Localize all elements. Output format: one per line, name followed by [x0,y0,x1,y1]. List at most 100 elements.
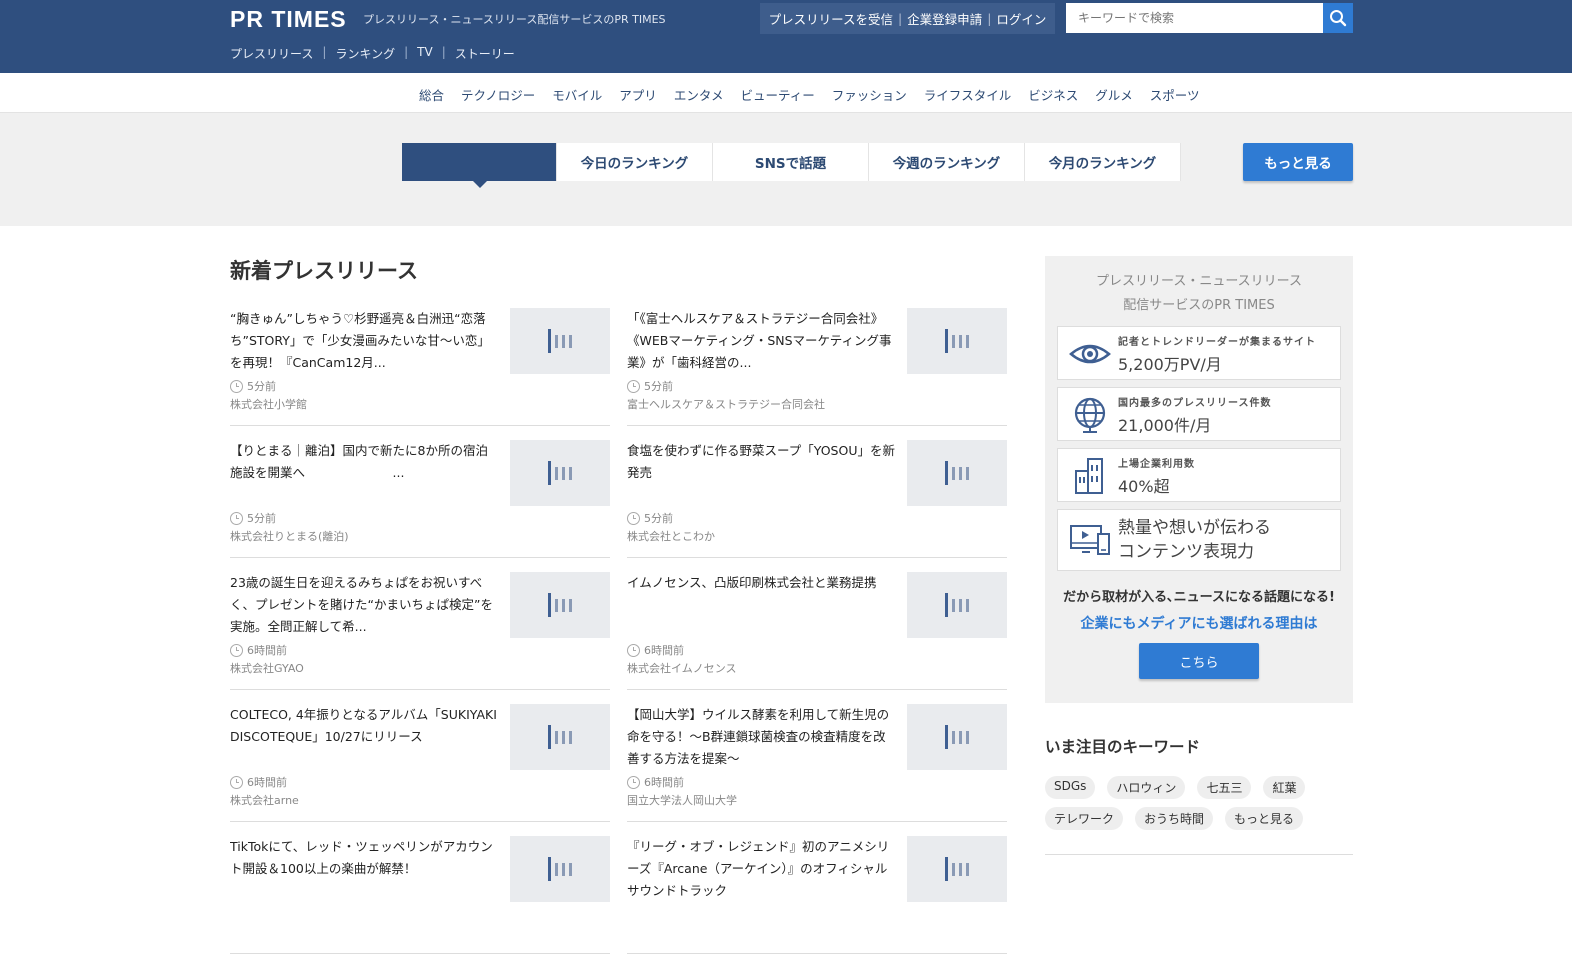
article-card[interactable]: 食塩を使わずに作る野菜スープ「YOSOU」を新発売 5分前 株式会社とこわか [627,440,1007,558]
separator: | [897,11,903,26]
tab-new[interactable] [402,143,557,188]
category-item[interactable]: ビューティー [740,85,814,104]
article-card[interactable]: 【りとまる｜離泊】国内で新たに8か所の宿泊施設を開業へ ... 5分前 株式会社りと… [230,440,610,558]
article-thumbnail[interactable] [510,704,610,770]
article-title[interactable]: 23歳の誕生日を迎えるみちょぱをお祝いすべく、プレゼントを賭けた“かまいちょぱ検… [230,572,498,638]
promo-heading-line: 配信サービスのPR TIMES [1123,298,1275,313]
category-item[interactable]: テクノロジー [461,85,535,104]
nav-tv[interactable]: TV [417,45,433,62]
category-item[interactable]: スポーツ [1150,85,1200,104]
article-thumbnail[interactable] [510,308,610,374]
why-link[interactable]: 企業にもメディアにも選ばれる理由は [1045,613,1353,633]
devices-icon [1070,525,1110,555]
article-thumbnail[interactable] [510,836,610,902]
header: PR TIMES プレスリリース・ニュースリリース配信サービスのPR TIMES… [0,0,1572,73]
time-text: 5分前 [644,380,673,393]
category-item[interactable]: ファッション [832,85,907,104]
keywords-title: いま注目のキーワード [1045,738,1201,756]
ranking-band: 今日のランキング SNSで話題 今週のランキング 今月のランキング もっと見る [0,113,1572,226]
keyword-more-tag[interactable]: もっと見る [1225,807,1304,830]
keyword-tag[interactable]: SDGs [1045,776,1096,799]
article-card[interactable]: イムノセンス、凸版印刷株式会社と業務提携 6時間前株式会社イムノセンス [627,572,1007,690]
keyword-tag[interactable]: おうち時間 [1135,807,1214,830]
article-company[interactable]: 株式会社りとまる(離泊) [230,528,349,544]
loading-icon [548,329,572,353]
tab-sns-trending[interactable]: SNSで話題 [713,143,869,181]
keyword-tag[interactable]: ハロウィン [1107,776,1186,799]
article-thumbnail[interactable] [510,440,610,506]
category-item[interactable]: アプリ [619,85,657,104]
time-text: 6時間前 [247,776,287,789]
feature-content: 熱量や想いが伝わる コンテンツ表現力 [1057,509,1341,571]
feature-caption: 記者とトレンドリーダーが集まるサイト [1118,337,1316,348]
article-company[interactable]: 株式会社小学館 [230,396,307,412]
article-time: 6時間前 [627,642,684,658]
login-link[interactable]: ログイン [996,9,1046,28]
time-text: 6時間前 [247,644,287,657]
article-company[interactable]: 株式会社イムノセンス [627,660,737,676]
article-card[interactable]: 「《富士ヘルスケア＆ストラテジー合同会社》《WEBマーケティング・SNSマーケテ… [627,308,1007,426]
loading-icon [945,461,969,485]
keyword-tag[interactable]: 紅葉 [1263,776,1306,799]
article-thumbnail[interactable] [907,704,1007,770]
article-title[interactable]: 食塩を使わずに作る野菜スープ「YOSOU」を新発売 [627,440,895,506]
search-button[interactable] [1323,3,1353,33]
category-item[interactable]: エンタメ [674,85,724,104]
tab-week-ranking[interactable]: 今週のランキング [869,143,1025,181]
logo[interactable]: PR TIMES [230,6,347,33]
article-card[interactable]: 【岡山大学】ウイルス酵素を利用して新生児の命を守る！〜B群連鎖球菌検査の検査精度… [627,704,1007,822]
category-item[interactable]: ビジネス [1028,85,1078,104]
feature-value: 熱量や想いが伝わる コンテンツ表現力 [1118,518,1271,562]
time-text: 6時間前 [644,776,684,789]
tab-today-ranking[interactable]: 今日のランキング [557,143,713,181]
more-button[interactable]: もっと見る [1243,143,1353,181]
article-thumbnail[interactable] [510,572,610,638]
here-button[interactable]: こちら [1139,643,1259,679]
tab-month-ranking[interactable]: 今月のランキング [1025,143,1181,181]
article-thumbnail[interactable] [907,572,1007,638]
category-item[interactable]: ライフスタイル [924,85,1012,104]
article-card[interactable]: TikTokにて、レッド・ツェッペリンがアカウント開設＆100以上の楽曲が解禁！ [230,836,610,954]
article-title[interactable]: 「《富士ヘルスケア＆ストラテジー合同会社》《WEBマーケティング・SNSマーケテ… [627,308,895,374]
article-title[interactable]: 『リーグ・オブ・レジェンド』初のアニメシリーズ『Arcane（アーケイン）』のオ… [627,836,895,902]
article-company[interactable]: 株式会社GYAO [230,660,304,676]
article-thumbnail[interactable] [907,836,1007,902]
article-company[interactable]: 国立大学法人岡山大学 [627,792,737,808]
category-bar: 総合 テクノロジー モバイル アプリ エンタメ ビューティー ファッション ライ… [0,73,1572,113]
separator: | [441,45,446,59]
nav-story[interactable]: ストーリー [455,45,515,62]
article-title[interactable]: イムノセンス、凸版印刷株式会社と業務提携 [627,572,895,638]
article-title[interactable]: “胸きゅん”しちゃう♡杉野遥亮＆白洲迅“恋落ち”STORY」で「少女漫画みたいな… [230,308,498,374]
promo-heading: プレスリリース・ニュースリリース 配信サービスのPR TIMES [1045,270,1353,318]
search-input[interactable] [1066,3,1323,33]
keyword-tag[interactable]: テレワーク [1045,807,1124,830]
article-card[interactable]: 『リーグ・オブ・レジェンド』初のアニメシリーズ『Arcane（アーケイン）』のオ… [627,836,1007,954]
article-company[interactable]: 株式会社arne [230,792,299,808]
category-item[interactable]: モバイル [552,85,602,104]
article-title[interactable]: 【りとまる｜離泊】国内で新たに8か所の宿泊施設を開業へ ... [230,440,498,506]
nav-press-release[interactable]: プレスリリース [230,45,313,62]
receive-press-link[interactable]: プレスリリースを受信 [769,9,893,28]
nav-ranking[interactable]: ランキング [335,45,395,62]
article-company[interactable]: 株式会社とこわか [627,528,715,544]
feature-caption: 上場企業利用数 [1118,459,1195,470]
article-thumbnail[interactable] [907,308,1007,374]
article-company[interactable]: 富士ヘルスケア＆ストラテジー合同会社 [627,396,825,412]
article-title[interactable]: TikTokにて、レッド・ツェッペリンがアカウント開設＆100以上の楽曲が解禁！ [230,836,498,902]
article-thumbnail[interactable] [907,440,1007,506]
category-item[interactable]: 総合 [419,85,444,104]
category-item[interactable]: グルメ [1095,85,1133,104]
article-title[interactable]: COLTECO, 4年振りとなるアルバム「SUKIYAKI DISCOTEQUE… [230,704,498,770]
feature-value: 40%超 [1118,477,1170,496]
loading-icon [548,725,572,749]
article-card[interactable]: “胸きゅん”しちゃう♡杉野遥亮＆白洲迅“恋落ち”STORY」で「少女漫画みたいな… [230,308,610,426]
feature-value: 21,000件/月 [1118,416,1212,435]
article-card[interactable]: COLTECO, 4年振りとなるアルバム「SUKIYAKI DISCOTEQUE… [230,704,610,822]
article-title[interactable]: 【岡山大学】ウイルス酵素を利用して新生児の命を守る！〜B群連鎖球菌検査の検査精度… [627,704,895,770]
company-register-link[interactable]: 企業登録申請 [907,9,982,28]
article-card[interactable]: 23歳の誕生日を迎えるみちょぱをお祝いすべく、プレゼントを賭けた“かまいちょぱ検… [230,572,610,690]
keyword-tag[interactable]: 七五三 [1197,776,1252,799]
article-time: 6時間前 [230,774,287,790]
ranking-tabs: 今日のランキング SNSで話題 今週のランキング 今月のランキング [402,143,1181,188]
clock-icon [627,775,640,789]
